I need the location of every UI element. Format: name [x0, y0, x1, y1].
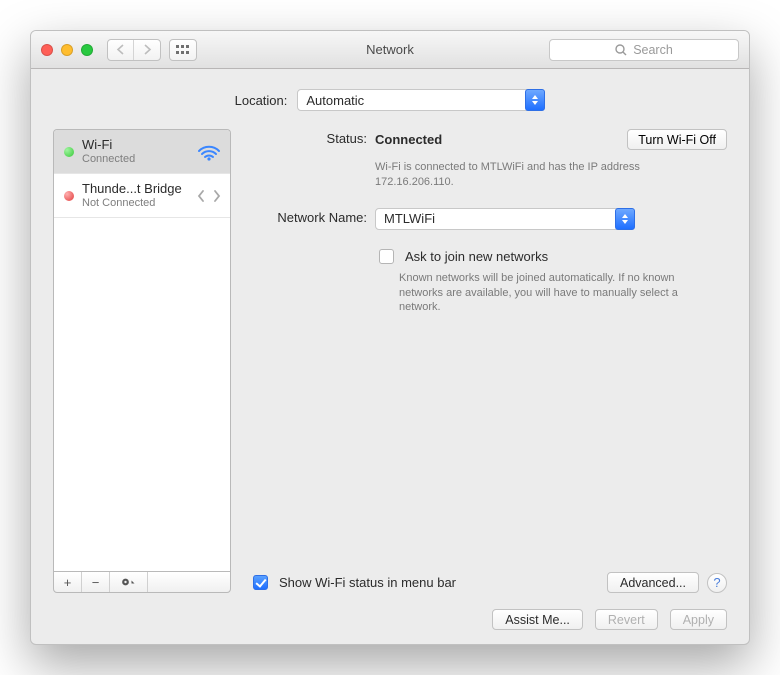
- search-icon: [615, 44, 627, 56]
- zoom-button[interactable]: [81, 44, 93, 56]
- network-name-label: Network Name:: [249, 208, 375, 225]
- help-button[interactable]: ?: [707, 573, 727, 593]
- chevron-right-icon: [143, 44, 152, 55]
- location-select[interactable]: Automatic: [297, 89, 545, 111]
- remove-service-button[interactable]: −: [82, 572, 110, 592]
- status-description: Wi-Fi is connected to MTLWiFi and has th…: [375, 160, 675, 190]
- service-item-thunderbolt-bridge[interactable]: Thunde...t Bridge Not Connected: [54, 174, 230, 218]
- apply-button[interactable]: Apply: [670, 609, 727, 630]
- nav-back-forward: [107, 39, 161, 61]
- ask-join-row: Ask to join new networks: [375, 246, 727, 267]
- network-name-row: Network Name: MTLWiFi: [249, 208, 727, 230]
- revert-button[interactable]: Revert: [595, 609, 658, 630]
- bridge-icon: [196, 187, 222, 205]
- status-dot-disconnected-icon: [64, 191, 74, 201]
- add-service-button[interactable]: +: [54, 572, 82, 592]
- wifi-detail-panel: Status: Connected Turn Wi-Fi Off Wi-Fi i…: [249, 129, 727, 593]
- show-status-checkbox[interactable]: [253, 575, 268, 590]
- main-row: Wi-Fi Connected: [53, 129, 727, 593]
- service-name: Thunde...t Bridge: [82, 182, 188, 197]
- forward-button[interactable]: [134, 40, 160, 60]
- chevron-updown-icon: [525, 89, 545, 111]
- status-row: Status: Connected Turn Wi-Fi Off: [249, 129, 727, 150]
- service-action-menu[interactable]: [110, 572, 148, 592]
- location-value: Automatic: [306, 93, 364, 108]
- minimize-button[interactable]: [61, 44, 73, 56]
- network-name-value: MTLWiFi: [384, 211, 435, 226]
- detail-footer: Show Wi-Fi status in menu bar Advanced..…: [249, 572, 727, 593]
- status-dot-connected-icon: [64, 147, 74, 157]
- bottom-buttons: Assist Me... Revert Apply: [53, 609, 727, 630]
- chevron-updown-icon: [615, 208, 635, 230]
- ask-to-join-checkbox[interactable]: [379, 249, 394, 264]
- service-item-wifi[interactable]: Wi-Fi Connected: [54, 130, 230, 174]
- close-button[interactable]: [41, 44, 53, 56]
- service-state: Not Connected: [82, 197, 188, 210]
- window-controls: [41, 44, 93, 56]
- gear-icon: [121, 576, 136, 588]
- titlebar: Network Search: [31, 31, 749, 69]
- show-all-button[interactable]: [169, 39, 197, 61]
- search-placeholder: Search: [633, 43, 673, 57]
- services-panel: Wi-Fi Connected: [53, 129, 231, 593]
- advanced-button[interactable]: Advanced...: [607, 572, 699, 593]
- assist-me-button[interactable]: Assist Me...: [492, 609, 583, 630]
- location-row: Location: Automatic: [53, 89, 727, 111]
- content: Location: Automatic Wi-Fi Connected: [31, 69, 749, 644]
- services-list: Wi-Fi Connected: [53, 129, 231, 571]
- location-label: Location:: [235, 93, 288, 108]
- network-prefs-window: Network Search Location: Automatic: [30, 30, 750, 645]
- service-state: Connected: [82, 153, 188, 166]
- turn-wifi-off-button[interactable]: Turn Wi-Fi Off: [627, 129, 727, 150]
- back-button[interactable]: [108, 40, 134, 60]
- footer-spacer: [148, 572, 230, 592]
- ask-to-join-description: Known networks will be joined automatica…: [399, 271, 689, 316]
- wifi-icon: [196, 143, 222, 161]
- chevron-left-icon: [116, 44, 125, 55]
- service-name: Wi-Fi: [82, 138, 188, 153]
- search-field[interactable]: Search: [549, 39, 739, 61]
- status-value: Connected: [375, 132, 442, 147]
- grid-icon: [176, 45, 190, 55]
- status-label: Status:: [249, 129, 375, 146]
- network-name-select[interactable]: MTLWiFi: [375, 208, 635, 230]
- ask-to-join-label: Ask to join new networks: [405, 249, 548, 264]
- services-footer: + −: [53, 571, 231, 593]
- show-status-label: Show Wi-Fi status in menu bar: [279, 575, 456, 590]
